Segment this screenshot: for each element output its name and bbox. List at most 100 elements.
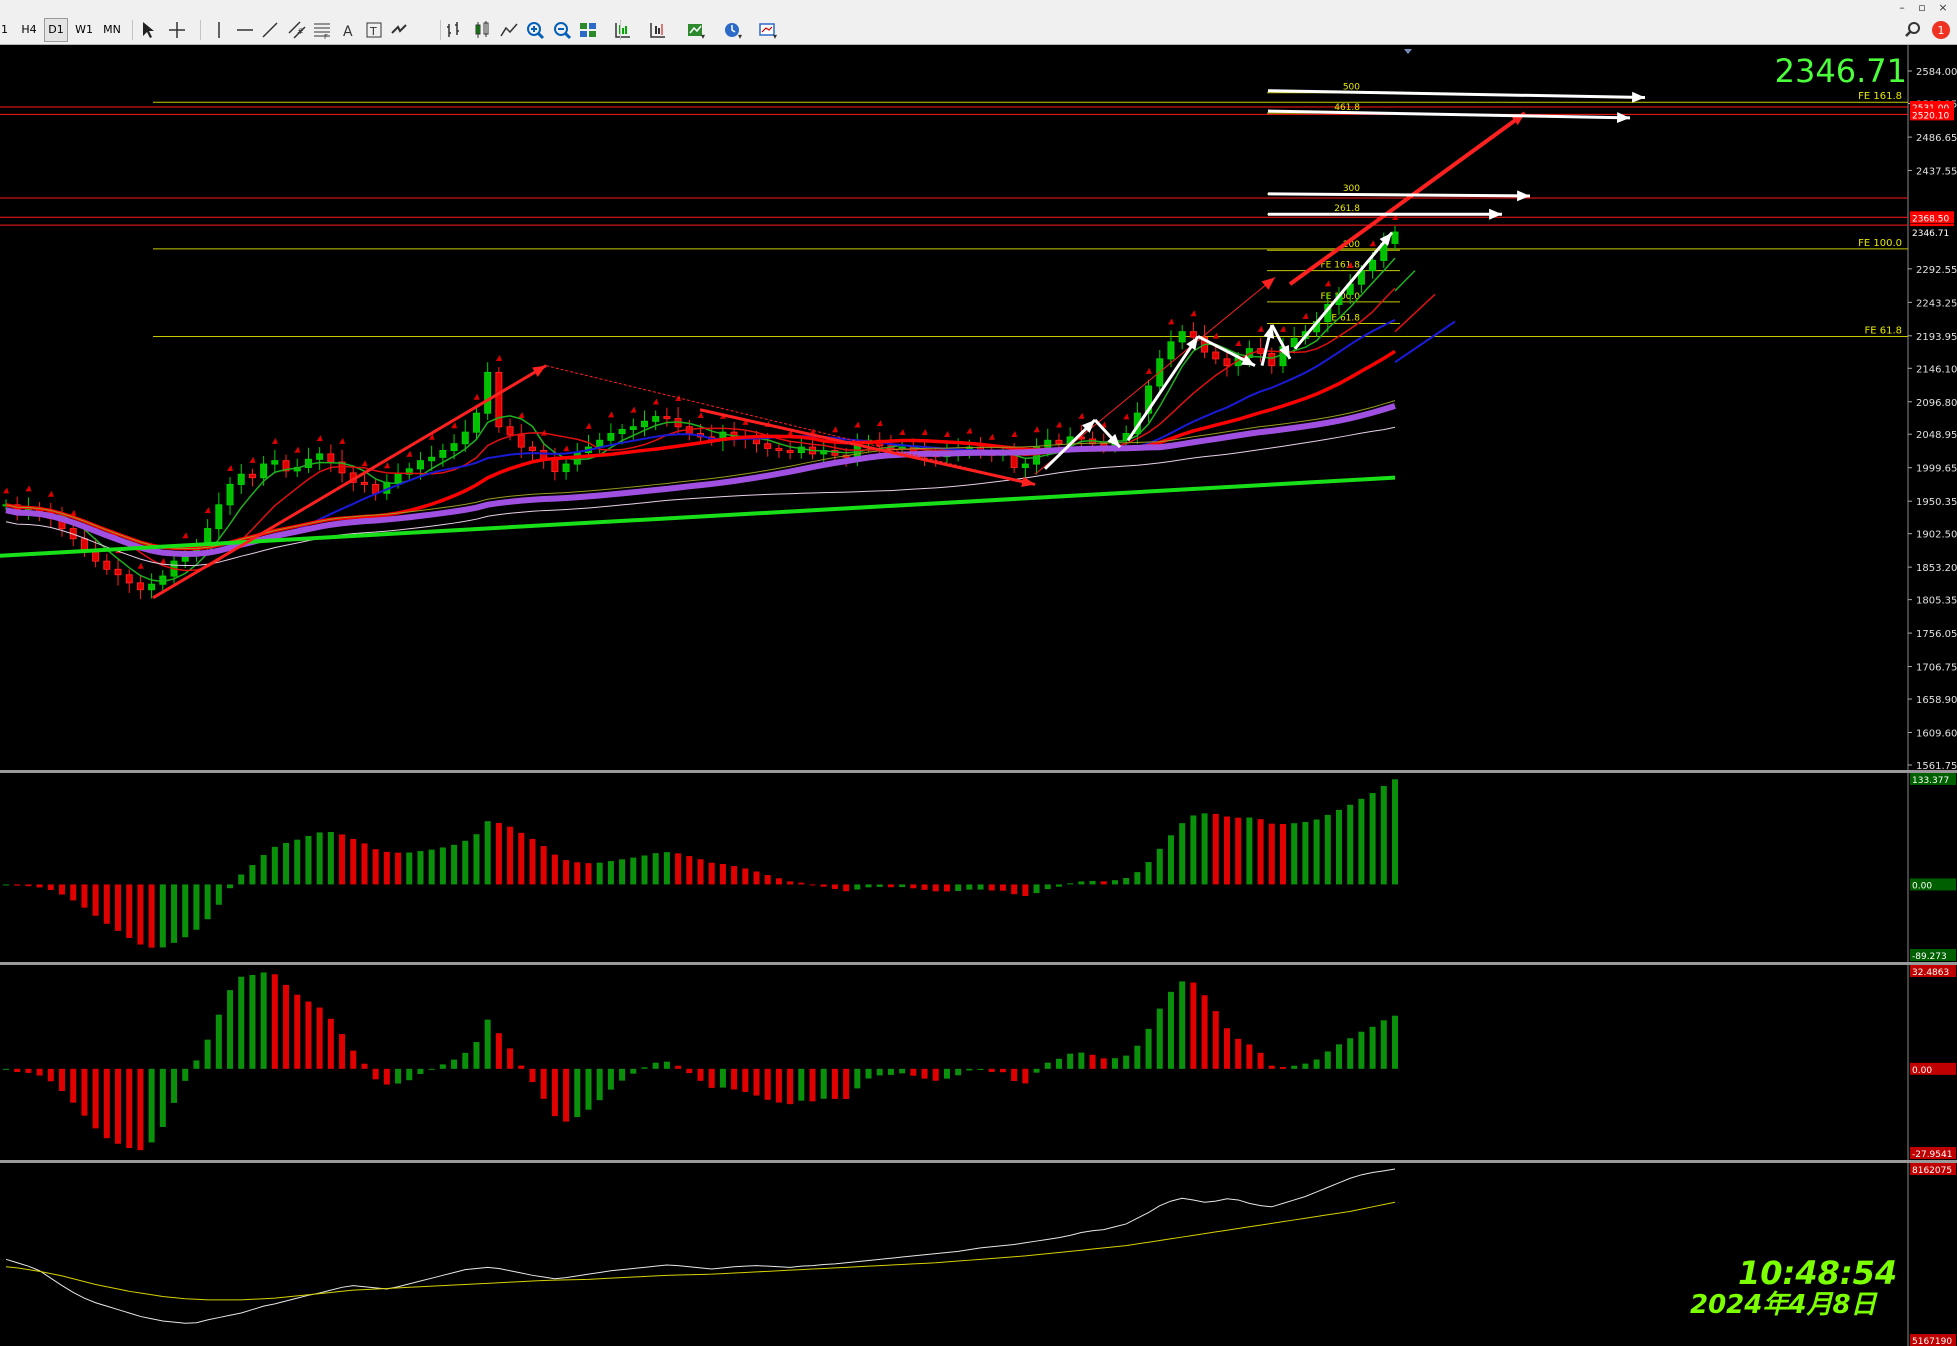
- macd-bar: [798, 882, 805, 885]
- vertical-line-icon[interactable]: [208, 19, 230, 41]
- candle-body: [271, 460, 279, 465]
- search-icon[interactable]: [1902, 19, 1924, 41]
- line-chart-icon[interactable]: [498, 19, 520, 41]
- arrow-shapes-icon[interactable]: [388, 19, 410, 41]
- templates-icon[interactable]: ▾: [757, 19, 779, 41]
- svg-text:F: F: [324, 33, 328, 41]
- osc-bar: [1268, 1065, 1275, 1069]
- tile-windows-icon[interactable]: [577, 19, 599, 41]
- channel-icon[interactable]: #: [286, 19, 308, 41]
- target-arrow-300: [1267, 192, 1531, 198]
- fractal-arrow: [204, 507, 211, 514]
- ma-30-line: [5, 349, 1396, 551]
- macd-bar: [115, 884, 122, 931]
- macd-bar: [865, 884, 872, 888]
- osc-bar: [1324, 1051, 1331, 1069]
- axis-tick-label: 2486.65: [1916, 133, 1957, 144]
- macd-bar: [1167, 835, 1174, 885]
- macd-bar: [719, 863, 726, 885]
- cursor-icon[interactable]: [137, 19, 159, 41]
- osc-bar: [137, 1068, 144, 1151]
- timeframe-h4[interactable]: H4: [18, 18, 40, 42]
- fractal-arrow: [271, 437, 278, 444]
- notification-icon[interactable]: 1: [1930, 19, 1952, 41]
- axis-tick-label: 2292.55: [1916, 265, 1957, 276]
- fractal-arrow: [383, 462, 390, 469]
- macd-bar: [350, 838, 357, 885]
- macd-bar: [641, 855, 648, 885]
- close-button[interactable]: ×: [1934, 0, 1952, 16]
- horizontal-line-icon[interactable]: [234, 19, 256, 41]
- fractal-arrow: [585, 422, 592, 429]
- fractal-arrow: [966, 427, 973, 434]
- periods-icon[interactable]: ▾: [722, 19, 744, 41]
- macd-bar: [876, 884, 883, 887]
- zoom-in-icon[interactable]: [524, 19, 546, 41]
- zoom-out-icon[interactable]: [551, 19, 573, 41]
- candle-body: [764, 443, 772, 449]
- svg-text:T: T: [369, 25, 377, 38]
- osc-bar: [70, 1068, 77, 1103]
- restore-button[interactable]: ▫: [1913, 0, 1931, 16]
- fibo-label: FE 61.8: [1864, 325, 1902, 336]
- osc-bar: [529, 1068, 536, 1083]
- osc-bar: [1279, 1066, 1286, 1069]
- osc-bar: [1302, 1063, 1309, 1069]
- candlestick-icon[interactable]: [471, 19, 493, 41]
- fractal-arrow: [1011, 431, 1018, 438]
- osc-bar: [887, 1068, 894, 1075]
- indicators-icon[interactable]: ▾: [685, 19, 707, 41]
- osc-bar: [731, 1068, 738, 1090]
- crosshair-icon[interactable]: [166, 19, 188, 41]
- macd-bar: [137, 884, 144, 945]
- obv-ma-line: [5, 1201, 1396, 1301]
- fractal-arrow: [1235, 340, 1242, 347]
- fractal-arrow: [406, 450, 413, 457]
- macd-bar: [540, 846, 547, 885]
- svg-text:▾: ▾: [738, 32, 742, 41]
- trendline-icon[interactable]: [259, 19, 281, 41]
- timeframe-mn[interactable]: MN: [100, 18, 124, 42]
- candle-body: [1167, 341, 1175, 360]
- scroll-end-icon[interactable]: [611, 19, 633, 41]
- osc-bar: [316, 1007, 323, 1069]
- axis-tick-label: 1658.90: [1916, 695, 1957, 706]
- fractal-arrow: [1190, 310, 1197, 317]
- fractal-arrow: [47, 490, 54, 497]
- candle-body: [472, 412, 480, 433]
- timeframe-w1[interactable]: W1: [73, 18, 95, 42]
- candle-body: [663, 416, 671, 420]
- fractal-arrow: [1055, 421, 1062, 428]
- candle-body: [80, 538, 88, 551]
- osc-bar: [865, 1068, 872, 1079]
- chart-shift-icon[interactable]: [646, 19, 668, 41]
- text-icon[interactable]: A: [337, 19, 359, 41]
- chart-area[interactable]: 2584.002536.152486.652437.552292.552243.…: [0, 45, 1957, 1346]
- fibonacci-icon[interactable]: F: [311, 19, 333, 41]
- timeframe-h1[interactable]: H1: [0, 18, 8, 42]
- candle-body: [517, 434, 525, 448]
- fractal-arrow: [249, 456, 256, 463]
- macd-bar: [148, 884, 155, 948]
- minimize-button[interactable]: –: [1893, 0, 1911, 16]
- osc-bar: [899, 1068, 906, 1074]
- macd-bar: [1044, 884, 1051, 890]
- osc-bar: [148, 1068, 155, 1143]
- macd-bar: [361, 843, 368, 885]
- osc-bar: [809, 1068, 816, 1102]
- osc-bar: [395, 1068, 402, 1084]
- osc-bar: [663, 1061, 670, 1069]
- bar-chart-icon[interactable]: [443, 19, 465, 41]
- osc-bar: [1167, 991, 1174, 1069]
- fractal-arrow: [1033, 426, 1040, 433]
- chart-toolbar: – ▫ × H1 H4 D1 W1 MN # F A T ▾ ▾ ▾ 1: [0, 0, 1957, 45]
- macd-bar: [193, 884, 200, 930]
- osc-bar: [193, 1060, 200, 1069]
- macd-bar: [417, 851, 424, 885]
- macd-bar: [215, 884, 222, 905]
- text-label-icon[interactable]: T: [363, 19, 385, 41]
- macd-bar: [316, 832, 323, 885]
- timeframe-d1[interactable]: D1: [44, 18, 68, 42]
- macd-bar: [955, 884, 962, 891]
- macd-bar: [697, 859, 704, 885]
